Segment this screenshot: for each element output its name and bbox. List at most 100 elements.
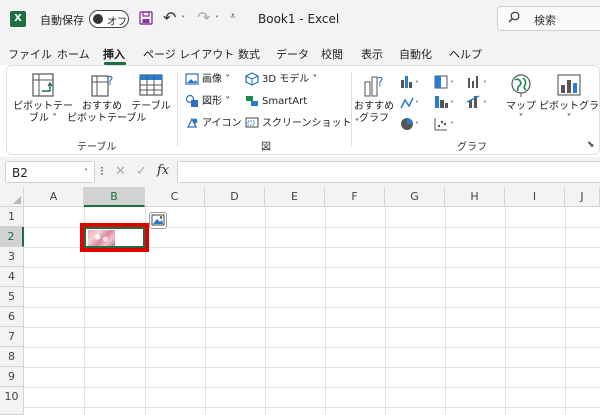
column-chart-icon: ˅ bbox=[401, 76, 419, 89]
column-header-b[interactable]: B bbox=[84, 187, 145, 207]
recommended-chart-label-1: おすすめ bbox=[354, 101, 394, 112]
icons-label: アイコン bbox=[202, 118, 242, 129]
shapes-button[interactable]: 図形 ˅ bbox=[185, 94, 230, 110]
row-header-6[interactable]: 6 bbox=[0, 307, 24, 327]
select-all-button[interactable] bbox=[0, 187, 24, 207]
row-header-10[interactable]: 10 bbox=[0, 387, 24, 415]
column-header-h[interactable]: H bbox=[445, 187, 505, 207]
row-header-5[interactable]: 5 bbox=[0, 287, 24, 307]
tab-automate[interactable]: 自動化 bbox=[399, 46, 432, 62]
smartart-button[interactable]: SmartArt bbox=[245, 94, 307, 110]
tab-data[interactable]: データ bbox=[276, 46, 309, 62]
recommended-chart-button[interactable]: ? おすすめ グラフ bbox=[353, 72, 395, 125]
line-chart-icon: ˅ bbox=[400, 97, 419, 109]
row-header-4[interactable]: 4 bbox=[0, 267, 24, 287]
tab-help[interactable]: ヘルプ bbox=[449, 46, 482, 62]
tab-page-layout[interactable]: ページ レイアウト bbox=[143, 46, 234, 62]
gridline bbox=[24, 407, 600, 408]
column-header-a[interactable]: A bbox=[24, 187, 84, 207]
3d-model-button[interactable]: 3D モデル ˅ bbox=[245, 72, 317, 88]
toggle-knob bbox=[93, 14, 103, 24]
search-icon bbox=[508, 11, 520, 23]
title-bar: X 自動保存 オフ ↶ ˅ ↷ ˅ ⩡ Book1 - Excel 検索 bbox=[0, 0, 600, 38]
cancel-icon[interactable]: ✕ bbox=[115, 164, 126, 179]
recommended-pivot-icon: ? bbox=[91, 74, 113, 97]
column-header-e[interactable]: E bbox=[265, 187, 325, 207]
row-header-9[interactable]: 9 bbox=[0, 367, 24, 387]
charts-dialog-launcher-icon[interactable]: ⬊ bbox=[587, 140, 595, 150]
column-header-f[interactable]: F bbox=[325, 187, 385, 207]
name-box-value: B2 bbox=[12, 166, 28, 180]
formula-input[interactable] bbox=[177, 161, 600, 183]
image-button[interactable]: 画像 ˅ bbox=[185, 72, 230, 88]
tab-file[interactable]: ファイル bbox=[8, 46, 52, 62]
svg-text:˅: ˅ bbox=[450, 100, 454, 109]
select-all-triangle-icon bbox=[13, 196, 21, 204]
undo-dropdown-icon[interactable]: ˅ bbox=[181, 15, 185, 24]
row-header-7[interactable]: 7 bbox=[0, 327, 24, 347]
tab-home[interactable]: ホーム bbox=[57, 46, 90, 62]
picture-in-cell-button[interactable] bbox=[149, 212, 167, 229]
quick-access-more-icon[interactable]: ⩡ bbox=[230, 11, 236, 22]
screenshot-button[interactable]: スクリーンショット ˅ bbox=[245, 116, 360, 132]
toggle-label: オフ bbox=[107, 17, 127, 28]
svg-text:˅: ˅ bbox=[415, 121, 419, 130]
more-options-icon[interactable]: ⁝ bbox=[100, 164, 104, 178]
svg-text:˅: ˅ bbox=[483, 100, 487, 109]
pivot-chart-button[interactable]: ピボットグラフ ˅ bbox=[539, 72, 600, 125]
picture-in-cell-icon bbox=[151, 214, 165, 226]
redo-dropdown-icon[interactable]: ˅ bbox=[215, 15, 219, 24]
column-header-j[interactable]: J bbox=[565, 187, 600, 207]
row-header-2[interactable]: 2 bbox=[0, 227, 24, 247]
autosave-toggle[interactable]: オフ bbox=[89, 10, 129, 28]
column-header-c[interactable]: C bbox=[145, 187, 205, 207]
recommended-pivot-label-1: おすすめ bbox=[82, 101, 122, 112]
svg-text:˅: ˅ bbox=[483, 80, 487, 89]
gridline bbox=[24, 387, 600, 388]
gridline bbox=[24, 307, 600, 308]
row-header-8[interactable]: 8 bbox=[0, 347, 24, 367]
gridline bbox=[24, 267, 600, 268]
enter-icon[interactable]: ✓ bbox=[136, 164, 147, 179]
tab-view[interactable]: 表示 bbox=[361, 46, 383, 62]
chart-type-buttons[interactable]: ˅ ˅ ˅ ˅ ˅ ˅ ˅ ˅ bbox=[399, 74, 509, 138]
pivot-table-button[interactable]: ピボットテー ブル ˅ bbox=[11, 72, 75, 125]
smartart-label: SmartArt bbox=[262, 96, 308, 107]
undo-icon[interactable]: ↶ bbox=[163, 10, 176, 26]
redo-icon[interactable]: ↷ bbox=[197, 10, 210, 26]
icons-button[interactable]: アイコン bbox=[185, 116, 242, 132]
maps-button[interactable]: マップ ˅ bbox=[503, 72, 539, 125]
pivot-table-label-1: ピボットテー bbox=[13, 101, 73, 112]
save-icon[interactable] bbox=[139, 11, 153, 25]
column-header-g[interactable]: G bbox=[385, 187, 445, 207]
3d-model-icon bbox=[245, 72, 259, 86]
shapes-label: 図形 ˅ bbox=[202, 96, 231, 107]
tab-formulas[interactable]: 数式 bbox=[238, 46, 260, 62]
column-header-d[interactable]: D bbox=[205, 187, 265, 207]
screenshot-icon bbox=[245, 117, 259, 128]
shapes-icon bbox=[185, 94, 198, 107]
recommended-pivot-label-2: ピボットテーブル bbox=[67, 113, 147, 124]
tab-insert[interactable]: 挿入 bbox=[103, 46, 125, 62]
row-header-1[interactable]: 1 bbox=[0, 207, 24, 227]
gridline bbox=[24, 287, 600, 288]
name-box[interactable]: B2 ˅ bbox=[5, 161, 95, 183]
formula-bar: B2 ˅ ⁝ ✕ ✓ fx bbox=[0, 157, 600, 187]
recommended-pivot-button[interactable]: ? おすすめ ピボットテーブル bbox=[67, 72, 147, 125]
gridline bbox=[505, 207, 506, 415]
table-button[interactable]: テーブル bbox=[131, 72, 171, 113]
tab-review[interactable]: 校閲 bbox=[321, 46, 343, 62]
worksheet-grid[interactable]: A B C D E F G H I J 1 2 3 4 5 6 7 8 9 10 bbox=[0, 187, 600, 415]
name-box-dropdown-icon[interactable]: ˅ bbox=[84, 168, 88, 177]
recommended-chart-icon: ? bbox=[364, 75, 383, 97]
table-label: テーブル bbox=[131, 101, 171, 112]
row-header-3[interactable]: 3 bbox=[0, 247, 24, 267]
column-header-i[interactable]: I bbox=[505, 187, 565, 207]
ribbon-insert: ピボットテー ブル ˅ ? おすすめ ピボットテーブル テーブル テーブル 画像… bbox=[6, 65, 600, 155]
svg-text:?: ? bbox=[377, 75, 383, 89]
search-box[interactable]: 検索 bbox=[497, 6, 600, 31]
insert-function-button[interactable]: fx bbox=[157, 163, 169, 178]
screenshot-label: スクリーンショット ˅ bbox=[262, 118, 360, 129]
highlight-frame bbox=[80, 223, 149, 252]
charts-group-label: グラフ bbox=[457, 142, 487, 153]
